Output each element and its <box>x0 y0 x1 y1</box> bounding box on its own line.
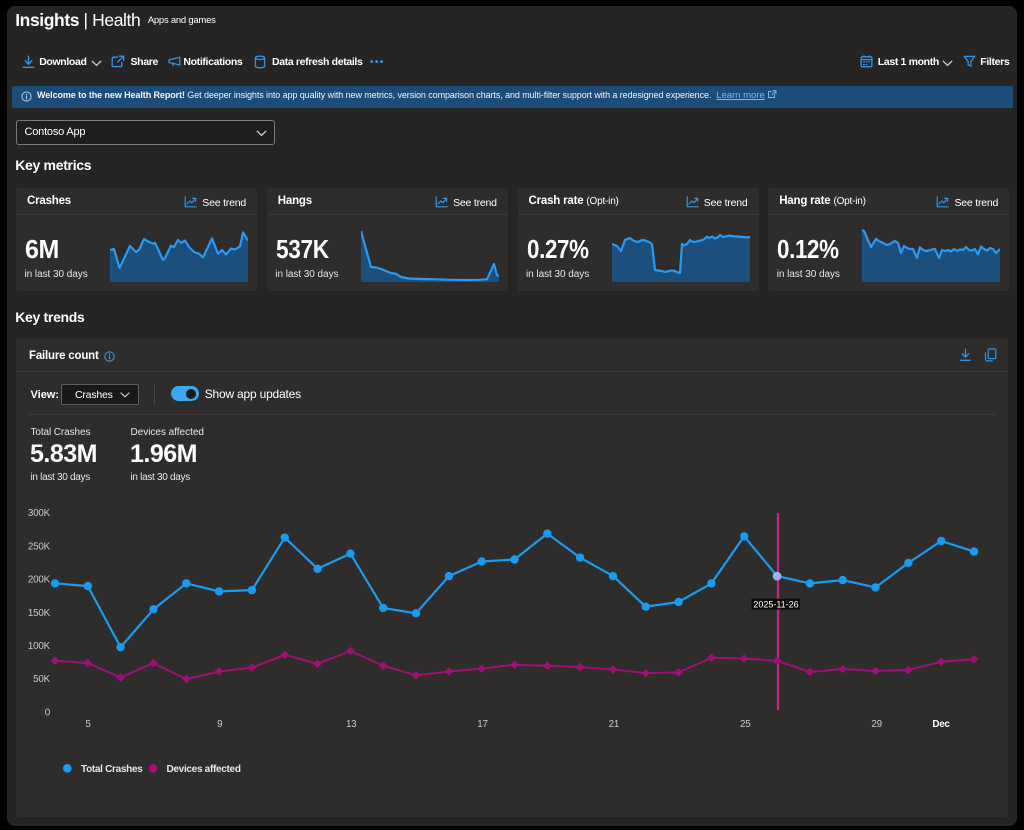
svg-text:2025-11-26: 2025-11-26 <box>753 600 798 610</box>
svg-text:300K: 300K <box>28 508 51 519</box>
svg-text:50K: 50K <box>33 674 50 685</box>
svg-text:0: 0 <box>45 707 51 718</box>
svg-text:250K: 250K <box>28 541 51 552</box>
svg-text:25: 25 <box>740 719 751 730</box>
svg-text:150K: 150K <box>28 608 51 619</box>
svg-text:200K: 200K <box>28 575 51 586</box>
svg-text:Total Crashes: Total Crashes <box>81 764 143 775</box>
svg-text:Devices affected: Devices affected <box>167 764 241 775</box>
svg-text:17: 17 <box>477 719 488 730</box>
svg-text:13: 13 <box>346 719 357 730</box>
svg-text:100K: 100K <box>28 641 51 652</box>
svg-text:29: 29 <box>871 719 882 730</box>
svg-text:Dec: Dec <box>932 719 950 730</box>
svg-text:9: 9 <box>217 719 222 730</box>
svg-text:21: 21 <box>609 719 620 730</box>
svg-text:5: 5 <box>85 719 91 730</box>
